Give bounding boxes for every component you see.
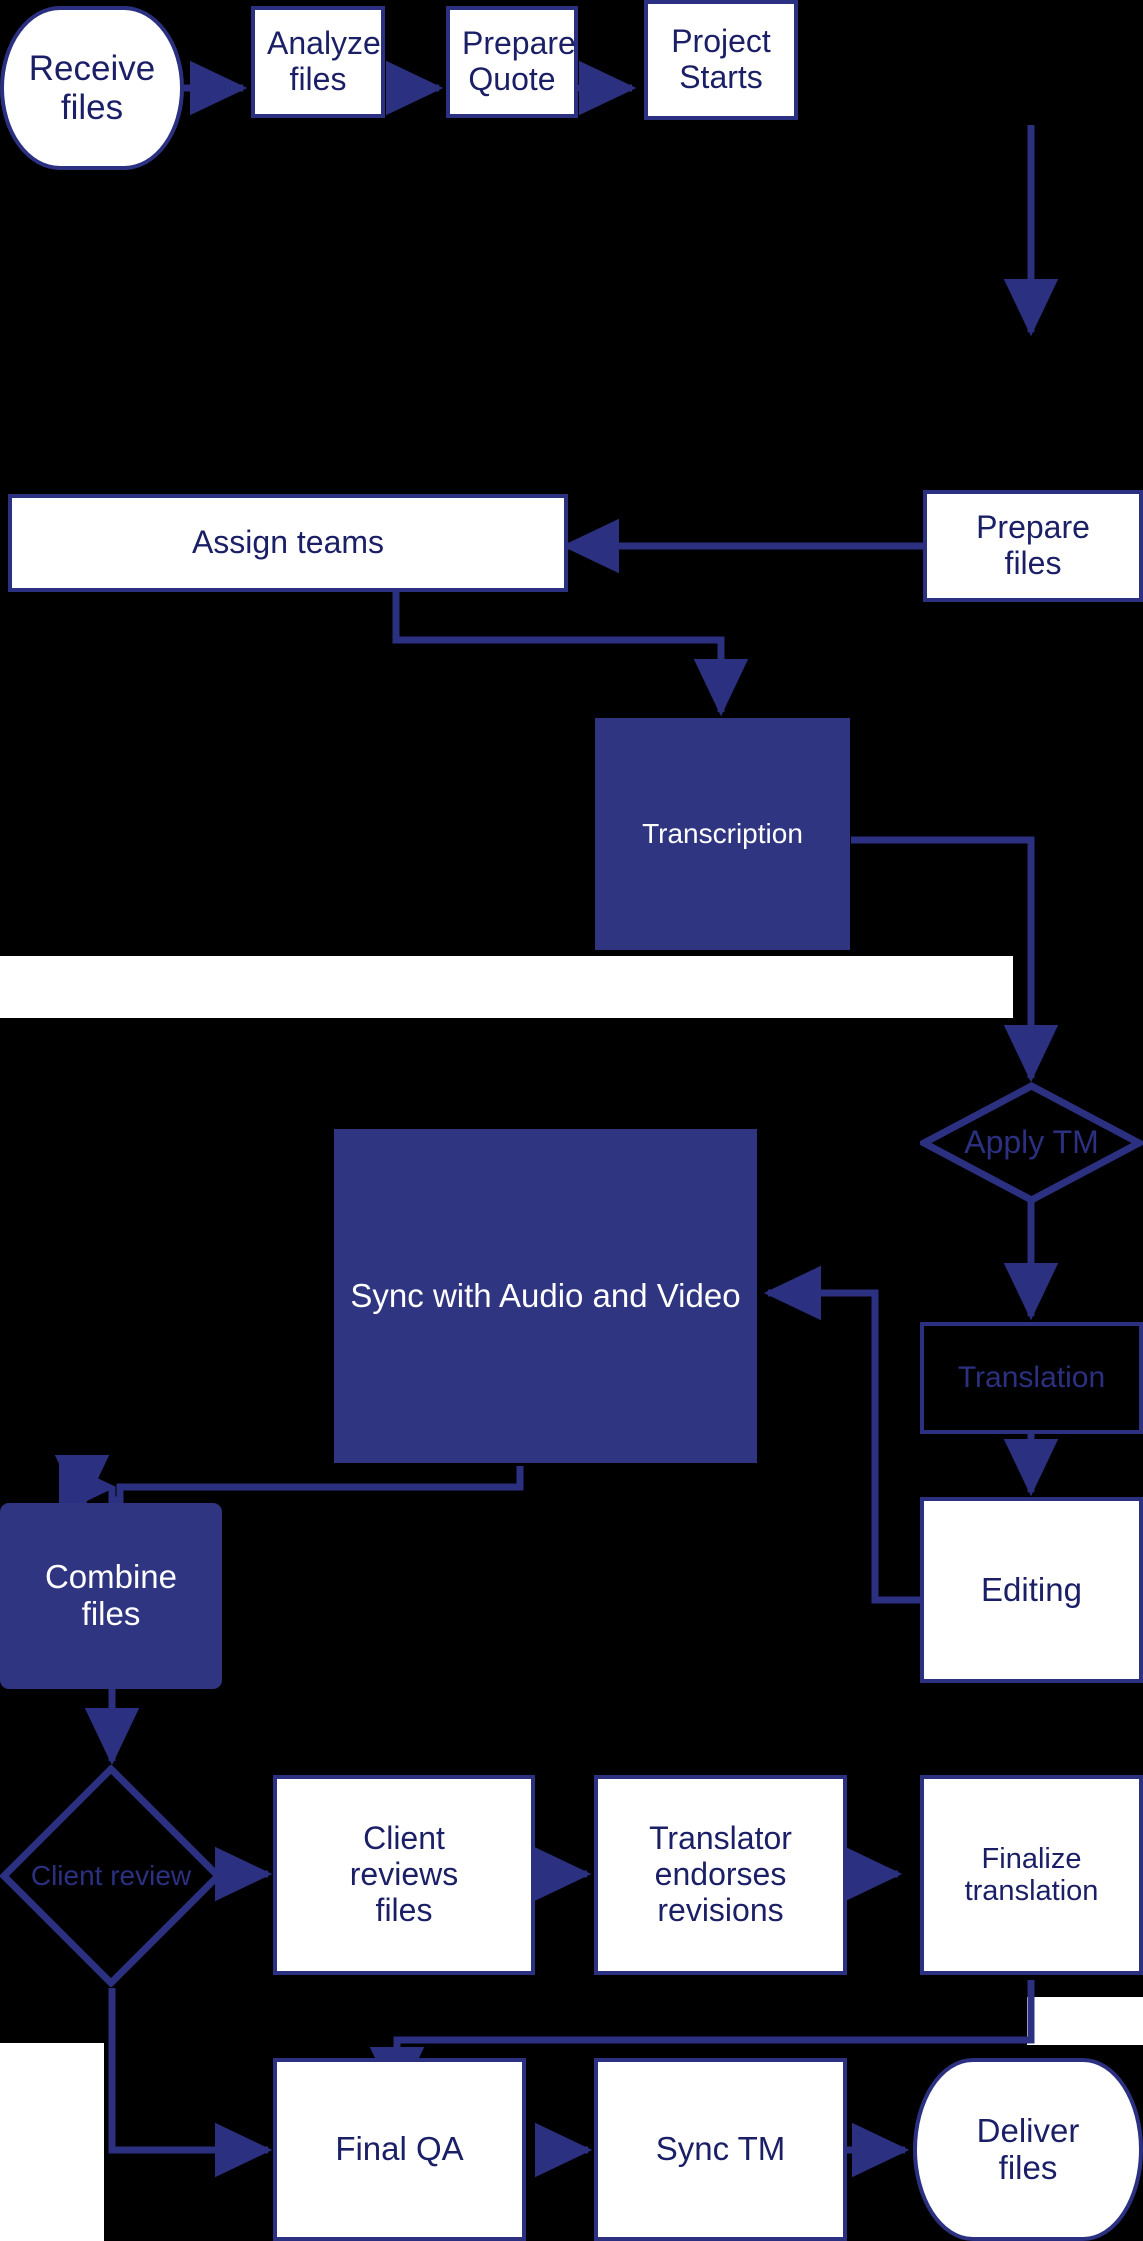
node-sync-tm[interactable]: Sync TM: [594, 2058, 847, 2241]
edge-clientreview-finalqa: [108, 1988, 273, 2178]
node-translation[interactable]: Translation: [920, 1322, 1143, 1434]
line-2: TM: [1052, 1124, 1099, 1161]
line-2: translation: [964, 1875, 1099, 1907]
line-1: Analyze: [267, 25, 381, 62]
line-2: endorses: [654, 1856, 787, 1893]
node-client-review-label: Client review: [30, 1859, 192, 1892]
line-1: Apply: [964, 1124, 1045, 1161]
line-1: Project: [671, 23, 771, 60]
node-deliver-files-label: Deliver files: [917, 2111, 1139, 2187]
node-project-starts[interactable]: Project Starts: [644, 0, 798, 120]
edge-sync-combine: [84, 1466, 524, 1541]
edge-transcription-applytm: [851, 836, 1059, 1083]
node-deliver-files[interactable]: Deliver files: [913, 2058, 1143, 2241]
node-sync-with-audio-and-video[interactable]: Sync with Audio and Video: [334, 1129, 757, 1463]
line-2: files: [1004, 545, 1062, 581]
node-finalize-translation[interactable]: Finalize translation: [920, 1775, 1143, 1975]
node-client-review[interactable]: Client review: [0, 1765, 222, 1987]
node-combine-files[interactable]: Combine files: [0, 1503, 222, 1689]
line-1: Translator: [649, 1820, 792, 1857]
line-1: Deliver: [976, 2111, 1080, 2149]
node-translator-endorses-revisions[interactable]: Translator endorses revisions: [594, 1775, 847, 1975]
node-translation-label: Translation: [957, 1361, 1106, 1395]
node-sync-with-audio-and-video-label: Sync with Audio and Video: [350, 1276, 741, 1314]
node-prepare-files[interactable]: Prepare files: [923, 490, 1143, 602]
node-combine-files-label: Combine files: [0, 1558, 222, 1633]
node-translator-endorses-revisions-label: Translator endorses revisions: [598, 1820, 843, 1928]
node-assign-teams[interactable]: Assign teams: [8, 494, 568, 592]
line-2: files: [60, 88, 124, 127]
line-1: Client: [363, 1820, 445, 1857]
node-analyze-files[interactable]: Analyze files: [251, 6, 385, 118]
node-finalize-translation-label: Finalize translation: [924, 1843, 1139, 1908]
node-receive-files-label: Receive files: [4, 49, 180, 127]
line-2: files: [289, 61, 347, 97]
line-1: Combine: [44, 1558, 178, 1596]
flowchart-canvas: Receive files Analyze files Prepare Quot…: [0, 0, 1143, 2241]
line-3: revisions: [657, 1891, 784, 1928]
node-editing[interactable]: Editing: [920, 1497, 1143, 1683]
node-editing-label: Editing: [981, 1570, 1082, 1608]
node-final-qa-label: Final QA: [335, 2130, 464, 2168]
line-1: Prepare: [976, 509, 1090, 546]
node-apply-tm[interactable]: Apply TM: [920, 1082, 1143, 1204]
node-project-starts-label: Project Starts: [648, 23, 794, 96]
line-2: files: [81, 1595, 141, 1632]
line-2: reviews: [349, 1856, 459, 1893]
line-3: files: [375, 1891, 433, 1928]
line-1: Client: [30, 1859, 103, 1891]
node-transcription-label: Transcription: [642, 818, 803, 850]
edge-editing-sync: [763, 1265, 920, 1604]
line-1: Receive: [28, 48, 156, 88]
node-final-qa[interactable]: Final QA: [273, 2058, 526, 2241]
node-prepare-files-label: Prepare files: [927, 509, 1139, 582]
line-1: Prepare: [462, 25, 576, 62]
edge-assign-transcription: [392, 588, 749, 717]
line-1: Finalize: [981, 1842, 1082, 1875]
node-apply-tm-label: Apply TM: [964, 1125, 1099, 1160]
node-sync-tm-label: Sync TM: [655, 2130, 786, 2168]
node-analyze-files-label: Analyze files: [255, 25, 381, 98]
line-2: review: [110, 1859, 192, 1891]
line-2: Starts: [679, 59, 763, 95]
line-2: Quote: [468, 61, 556, 97]
node-receive-files[interactable]: Receive files: [0, 6, 184, 170]
node-client-reviews-files[interactable]: Client reviews files: [273, 1775, 535, 1975]
node-prepare-quote[interactable]: Prepare Quote: [446, 6, 578, 118]
node-prepare-quote-label: Prepare Quote: [450, 25, 576, 98]
node-transcription[interactable]: Transcription: [595, 718, 850, 950]
node-assign-teams-label: Assign teams: [191, 524, 385, 561]
line-2: files: [998, 2148, 1058, 2186]
node-client-reviews-files-label: Client reviews files: [277, 1820, 531, 1928]
